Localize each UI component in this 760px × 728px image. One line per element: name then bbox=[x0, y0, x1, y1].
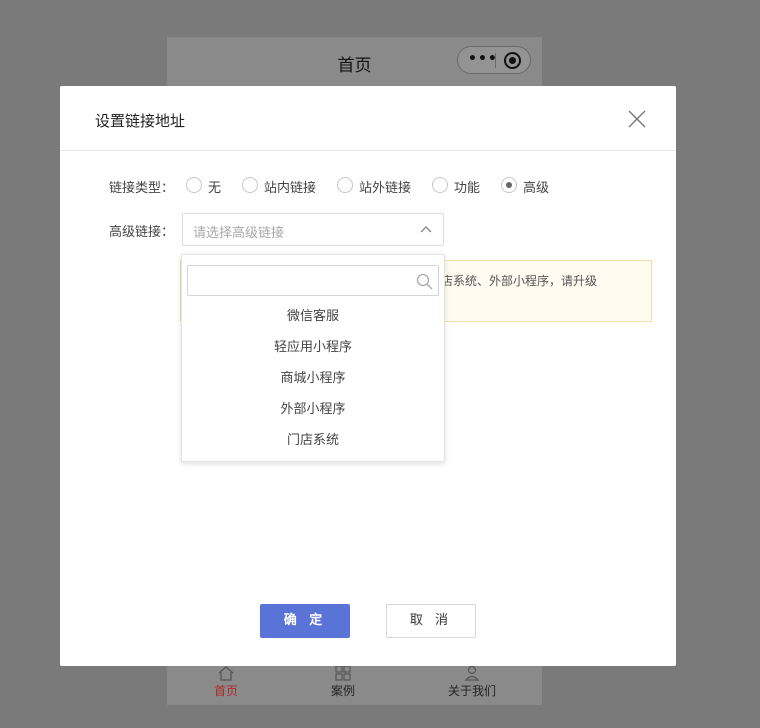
dropdown-search-input[interactable] bbox=[194, 271, 410, 291]
dialog-title: 设置链接地址 bbox=[95, 112, 186, 130]
option-store-system[interactable]: 门店系统 bbox=[182, 427, 444, 455]
link-settings-dialog: 设置链接地址 链接类型： 无 站内链接 站外链接 功能 高级 高级链接： 请选择… bbox=[60, 86, 676, 666]
tab-home: 首页 bbox=[186, 665, 266, 699]
option-mall-miniprogram[interactable]: 商城小程序 bbox=[182, 365, 444, 393]
search-icon bbox=[416, 273, 433, 290]
home-icon bbox=[218, 666, 234, 681]
radio-circle[interactable] bbox=[242, 177, 258, 193]
phone-header: 首页 ••• bbox=[167, 37, 542, 85]
radio-circle[interactable] bbox=[337, 177, 353, 193]
select-placeholder: 请选择高级链接 bbox=[193, 226, 285, 241]
more-dots-icon: ••• bbox=[468, 51, 498, 67]
miniprogram-capsule: ••• bbox=[457, 46, 531, 74]
close-target-icon bbox=[504, 52, 521, 69]
dialog-header: 设置链接地址 bbox=[60, 86, 676, 151]
radio-circle[interactable] bbox=[186, 177, 202, 193]
grid-icon bbox=[335, 665, 351, 681]
tab-about: 关于我们 bbox=[432, 665, 512, 699]
option-light-miniprogram[interactable]: 轻应用小程序 bbox=[182, 334, 444, 362]
cancel-button[interactable]: 取 消 bbox=[386, 604, 476, 638]
close-icon[interactable] bbox=[626, 108, 648, 130]
option-wechat-service[interactable]: 微信客服 bbox=[182, 303, 444, 331]
advanced-link-select[interactable]: 请选择高级链接 bbox=[182, 213, 444, 246]
link-type-label: 链接类型： bbox=[109, 181, 175, 196]
radio-circle[interactable] bbox=[432, 177, 448, 193]
advanced-link-label: 高级链接： bbox=[109, 225, 175, 240]
advanced-link-dropdown: 微信客服 轻应用小程序 商城小程序 外部小程序 门店系统 bbox=[181, 254, 445, 462]
capsule-divider bbox=[495, 53, 496, 68]
tab-cases: 案例 bbox=[303, 665, 383, 699]
dropdown-search-box bbox=[187, 265, 439, 296]
phone-tabbar: 首页 案例 关于我们 bbox=[167, 665, 542, 705]
radio-circle-checked[interactable] bbox=[501, 177, 517, 193]
confirm-button[interactable]: 确 定 bbox=[260, 604, 350, 638]
option-external-miniprogram[interactable]: 外部小程序 bbox=[182, 396, 444, 424]
user-icon bbox=[464, 665, 480, 681]
chevron-up-icon bbox=[420, 226, 432, 233]
